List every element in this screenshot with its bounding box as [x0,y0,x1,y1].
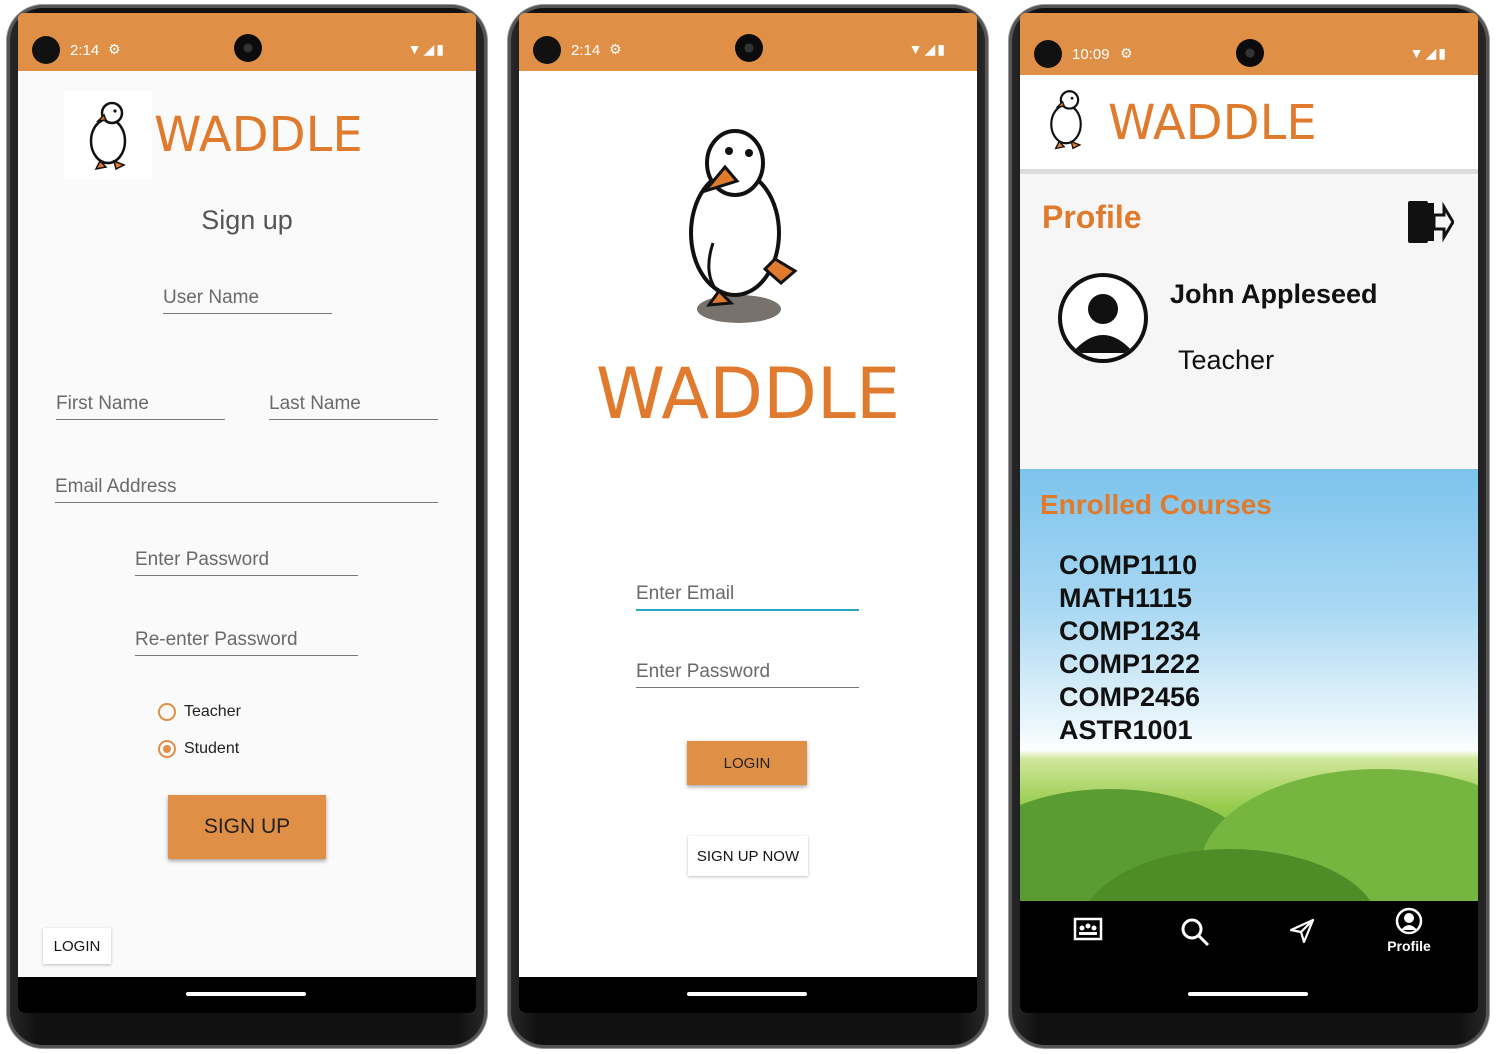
duck-icon [1040,81,1092,162]
last-name-field[interactable] [269,393,438,420]
email-field[interactable] [55,476,438,503]
phone-signup: 2:14 ⚙ ▼◢▮ WADDLE Sign up User Name Firs… [7,5,487,1048]
profile-screen: 10:09 ⚙ ▼◢▮ WADDLE Profile John Applesee… [1020,13,1478,1013]
course-item[interactable]: COMP2456 [1059,681,1200,714]
home-gesture-bar[interactable] [687,992,807,996]
status-time: 2:14 [571,42,601,59]
status-bar: 2:14 ⚙ ▼◢▮ [18,13,476,71]
duck-icon [673,123,803,338]
tab-classroom[interactable] [1058,917,1118,948]
logo-text: WADDLE [595,353,901,435]
app-logo: WADDLE [64,91,363,179]
search-icon [1181,918,1210,947]
status-time: 10:09 [1072,46,1110,63]
duck-icon [64,91,152,179]
bottom-tab-bar: Profile [1020,901,1478,977]
radio-teacher-circle[interactable] [158,703,176,721]
first-name-field[interactable] [56,393,225,420]
send-icon [1289,918,1315,944]
settings-icon: ⚙ [108,41,121,57]
system-nav-bar [18,977,476,1013]
enrolled-courses-panel: Enrolled Courses COMP1110 MATH1115 COMP1… [1020,469,1478,937]
radio-student-label: Student [184,740,240,757]
password-field[interactable] [636,661,859,688]
profile-title: Profile [1042,199,1142,235]
login-button[interactable]: LOGIN [687,741,807,785]
course-item[interactable]: COMP1110 [1059,549,1200,582]
radio-student[interactable]: Student [158,740,239,758]
login-screen: 2:14 ⚙ ▼◢▮ WADDLE LOGIN SIGN UP N [519,13,977,1013]
signup-screen: 2:14 ⚙ ▼◢▮ WADDLE Sign up User Name Firs… [18,13,476,1013]
system-nav-bar [519,977,977,1013]
radio-teacher-label: Teacher [184,703,241,720]
signal-battery-icons: ▼◢▮ [908,41,947,57]
email-field[interactable] [636,583,859,611]
login-link-button[interactable]: LOGIN [43,928,111,964]
status-bar: 10:09 ⚙ ▼◢▮ [1020,13,1478,75]
signal-battery-icons: ▼◢▮ [407,41,446,57]
signup-button[interactable]: SIGN UP [168,795,326,859]
front-camera-icon [1236,39,1264,67]
courses-title: Enrolled Courses [1040,489,1272,520]
home-gesture-bar[interactable] [1188,992,1308,996]
course-list: COMP1110 MATH1115 COMP1234 COMP1222 COMP… [1059,549,1200,747]
course-item[interactable]: ASTR1001 [1059,714,1200,747]
camera-icon [533,36,561,64]
profile-icon [1072,294,1134,353]
front-camera-icon [735,34,763,62]
signal-battery-icons: ▼◢▮ [1409,45,1448,61]
reenter-password-field[interactable] [135,629,358,656]
home-gesture-bar[interactable] [186,992,306,996]
logout-icon[interactable] [1406,199,1455,250]
app-logo: WADDLE [519,353,977,435]
camera-icon [1034,40,1062,68]
avatar [1058,273,1148,363]
status-time: 2:14 [70,42,100,59]
password-field[interactable] [135,549,358,576]
user-name: John Appleseed [1170,279,1378,309]
radio-teacher[interactable]: Teacher [158,703,241,721]
logo-text: WADDLE [1108,95,1317,151]
tab-search[interactable] [1165,917,1225,952]
settings-icon: ⚙ [609,41,622,57]
phone-profile: 10:09 ⚙ ▼◢▮ WADDLE Profile John Applesee… [1009,5,1489,1048]
system-nav-bar [1020,977,1478,1013]
status-bar: 2:14 ⚙ ▼◢▮ [519,13,977,71]
course-item[interactable]: MATH1115 [1059,582,1200,615]
app-header: WADDLE [1020,75,1478,174]
page-title: Sign up [201,205,293,235]
settings-icon: ⚙ [1120,45,1133,61]
logo-text: WADDLE [154,107,363,163]
radio-student-circle[interactable] [158,740,176,758]
classroom-icon [1073,917,1103,941]
user-role: Teacher [1178,345,1275,375]
tab-profile-label: Profile [1387,938,1431,954]
phone-login: 2:14 ⚙ ▼◢▮ WADDLE LOGIN SIGN UP N [508,5,988,1048]
profile-icon [1395,907,1423,935]
camera-icon [32,36,60,64]
username-field[interactable] [163,287,332,314]
front-camera-icon [234,34,262,62]
tab-messages[interactable] [1272,917,1332,950]
tab-profile[interactable]: Profile [1379,907,1439,954]
course-item[interactable]: COMP1234 [1059,615,1200,648]
signup-now-button[interactable]: SIGN UP NOW [688,836,808,876]
course-item[interactable]: COMP1222 [1059,648,1200,681]
